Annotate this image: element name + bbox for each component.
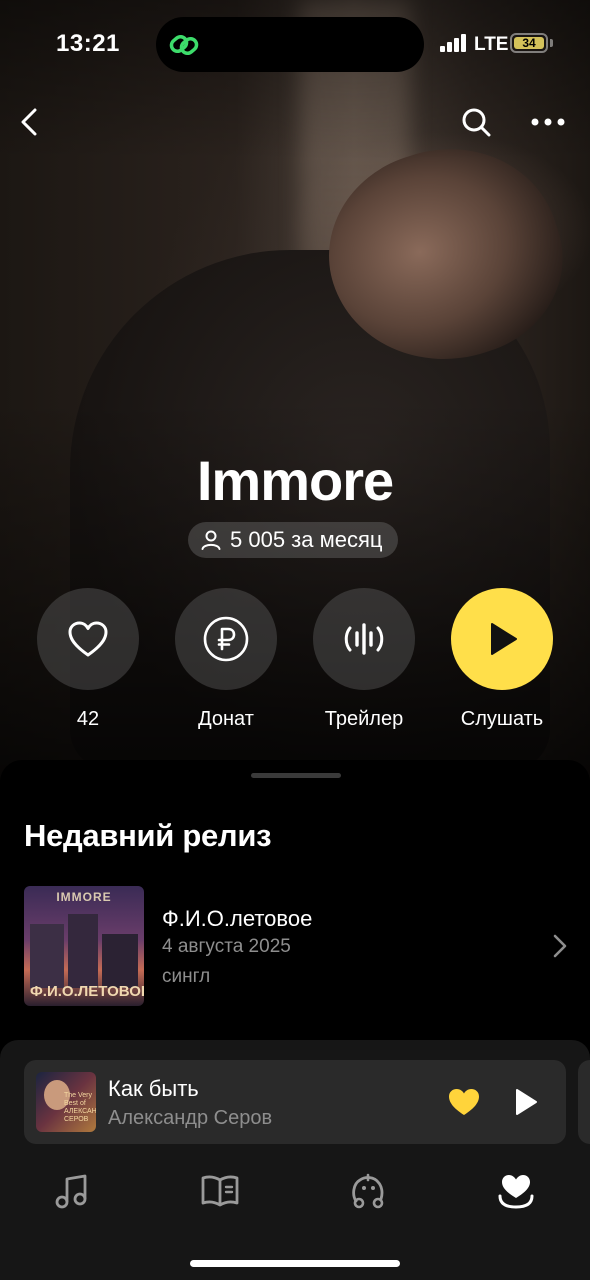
play-icon <box>491 623 517 655</box>
release-type: сингл <box>162 966 211 987</box>
like-artist-button[interactable]: 42 <box>28 588 148 731</box>
next-player-card[interactable] <box>578 1060 590 1144</box>
now-playing-cover: The Very Best of АЛЕКСАНДР СЕРОВ <box>36 1072 96 1132</box>
search-icon <box>462 108 491 137</box>
more-options-button[interactable] <box>526 100 570 144</box>
release-date: 4 августа 2025 <box>162 936 291 957</box>
link-icon <box>169 34 199 56</box>
music-note-icon <box>55 1174 87 1209</box>
artist-name: Immore <box>196 449 394 512</box>
recent-release-row[interactable]: IMMORE Ф.И.О.ЛЕТОВОЕ Ф.И.О.летовое 4 авг… <box>24 886 576 1008</box>
search-button[interactable] <box>456 100 496 144</box>
play-icon <box>516 1089 537 1115</box>
now-playing-title: Как быть <box>108 1076 199 1101</box>
ruble-icon <box>203 616 249 662</box>
heart-collection-icon <box>498 1175 534 1209</box>
tab-books[interactable] <box>190 1164 250 1218</box>
chevron-right-icon <box>553 934 567 958</box>
battery-icon: 34 <box>510 33 548 53</box>
donate-label: Донат <box>198 708 254 730</box>
kids-icon <box>352 1173 384 1209</box>
heart-filled-icon <box>449 1089 479 1115</box>
tab-collection[interactable] <box>486 1164 546 1218</box>
monthly-listeners-text: 5 005 за месяц <box>230 527 383 552</box>
book-icon <box>201 1175 239 1207</box>
now-playing-cover-text: The Very Best of АЛЕКСАНДР СЕРОВ <box>64 1092 96 1123</box>
bottom-panel: The Very Best of АЛЕКСАНДР СЕРОВ Как быт… <box>0 1040 590 1280</box>
tab-kids[interactable] <box>338 1164 398 1218</box>
chevron-left-icon <box>21 108 37 136</box>
monthly-listeners-badge: 5 005 за месяц <box>188 522 399 558</box>
home-indicator[interactable] <box>190 1260 400 1267</box>
back-button[interactable] <box>10 100 50 144</box>
sheet-grabber[interactable] <box>251 773 341 778</box>
now-playing-artist: Александр Серов <box>108 1107 273 1129</box>
battery-level: 34 <box>514 37 544 49</box>
release-cover: IMMORE Ф.И.О.ЛЕТОВОЕ <box>24 886 144 1006</box>
dynamic-island <box>156 17 424 72</box>
trailer-button[interactable]: Трейлер <box>304 588 424 731</box>
heart-icon <box>68 621 108 657</box>
more-dots-icon <box>531 118 565 126</box>
donate-button[interactable]: Донат <box>166 588 286 731</box>
like-track-button[interactable] <box>444 1084 484 1120</box>
listen-label: Слушать <box>460 708 544 730</box>
waveform-icon <box>344 623 384 655</box>
mini-player[interactable]: The Very Best of АЛЕКСАНДР СЕРОВ Как быт… <box>24 1060 566 1144</box>
cover-artist-text: IMMORE <box>56 890 112 904</box>
trailer-label: Трейлер <box>324 708 404 730</box>
likes-count: 42 <box>76 708 100 730</box>
mini-play-button[interactable] <box>508 1082 544 1122</box>
network-type: LTE <box>474 34 509 55</box>
release-title: Ф.И.О.летовое <box>162 906 313 931</box>
status-time: 13:21 <box>56 30 120 57</box>
listen-button[interactable]: Слушать <box>442 588 562 731</box>
tab-music[interactable] <box>42 1164 102 1218</box>
signal-icon <box>440 34 468 52</box>
person-icon <box>201 530 221 550</box>
cover-title-text: Ф.И.О.ЛЕТОВОЕ <box>30 983 144 1000</box>
section-title-recent-release: Недавний релиз <box>24 818 272 853</box>
status-bar: 13:21 LTE 34 <box>0 0 590 90</box>
